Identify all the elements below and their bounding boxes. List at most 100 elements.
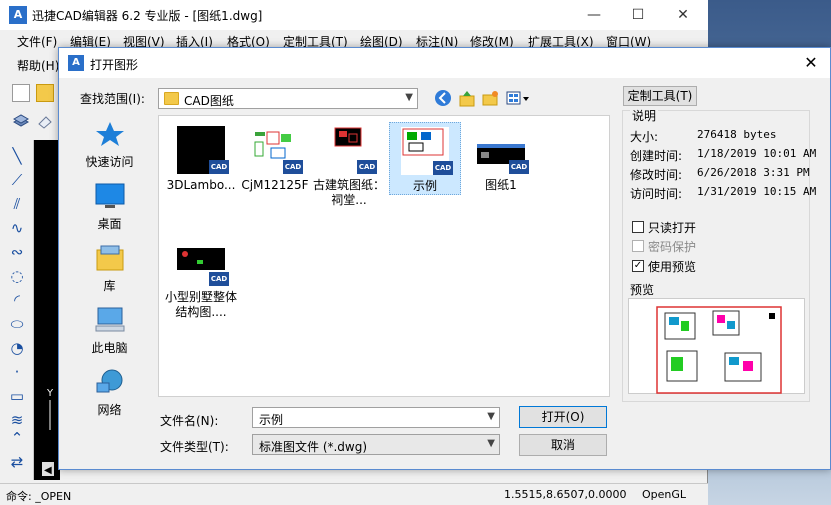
drawing-thumbnail: CAD — [325, 126, 377, 174]
menu-help[interactable]: 帮助(H) — [17, 57, 59, 74]
file-item[interactable]: CAD 3DLambo... — [165, 122, 237, 193]
drawing-thumbnail: CAD — [477, 126, 529, 174]
file-item-selected[interactable]: CAD 示例 — [389, 122, 461, 195]
place-desktop[interactable]: 桌面 — [73, 183, 146, 232]
curve-icon[interactable]: ∾ — [7, 242, 27, 262]
close-button[interactable]: ✕ — [660, 0, 706, 30]
drawing-thumbnail: CAD — [177, 238, 229, 286]
info-key: 创建时间: — [630, 149, 683, 163]
place-this-pc[interactable]: 此电脑 — [73, 307, 146, 356]
arc-icon[interactable]: ◜ — [7, 290, 27, 310]
dialog-close-button[interactable]: ✕ — [796, 50, 826, 76]
menu-file[interactable]: 文件(F) — [17, 33, 57, 50]
folder-icon — [164, 92, 179, 105]
filetype-dropdown[interactable]: 标准图文件 (*.dwg) ▼ — [252, 434, 500, 455]
collapse-icon[interactable]: ⌃ — [7, 428, 27, 448]
open-folder-icon[interactable] — [36, 84, 54, 102]
password-label: 密码保护 — [648, 240, 697, 254]
file-list[interactable]: CAD 3DLambo... CAD CjM12125F CAD 古建筑图纸：祠… — [158, 115, 610, 397]
file-item[interactable]: CAD 小型别墅整体结构图.... — [165, 234, 237, 320]
place-label: 快速访问 — [85, 155, 134, 169]
library-icon — [95, 245, 125, 271]
file-name: 古建筑图纸：祠堂... — [313, 178, 386, 207]
point-icon[interactable]: · — [7, 362, 27, 382]
cad-badge: CAD — [357, 160, 377, 174]
password-checkbox — [632, 240, 644, 252]
renderer-label: OpenGL — [642, 488, 687, 501]
lookin-value: CAD图纸 — [184, 94, 234, 108]
file-item[interactable]: CAD 古建筑图纸：祠堂... — [313, 122, 385, 208]
minimize-button[interactable]: — — [571, 0, 617, 30]
dialog-logo-icon: A — [68, 55, 84, 71]
view-menu-icon[interactable] — [505, 89, 531, 109]
drawing-preview-image — [656, 306, 782, 394]
info-key: 访问时间: — [630, 187, 683, 201]
preview-pane — [628, 298, 805, 394]
use-preview-checkbox[interactable]: ✓ — [632, 260, 644, 272]
info-value: 1/31/2019 10:15 AM — [697, 185, 817, 198]
new-file-icon[interactable] — [12, 84, 30, 102]
drawing-thumbnail: CAD — [401, 127, 453, 175]
lookin-label: 查找范围(I): — [80, 92, 145, 106]
place-label: 库 — [103, 279, 116, 293]
filename-value: 示例 — [259, 413, 284, 427]
file-name: 图纸1 — [485, 178, 517, 192]
app-title: 迅捷CAD编辑器 6.2 专业版 - [图纸1.dwg] — [32, 9, 263, 23]
info-value: 1/18/2019 10:01 AM — [697, 147, 817, 160]
use-preview-label: 使用预览 — [648, 260, 697, 274]
chevron-down-icon: ▼ — [487, 411, 495, 422]
ellipse-icon[interactable]: ⬭ — [7, 314, 27, 334]
polyline-icon[interactable]: ⟋ — [7, 170, 27, 190]
swap-icon[interactable]: ⇄ — [7, 452, 27, 472]
drawing-thumbnail: CAD — [251, 126, 303, 174]
eraser-icon[interactable] — [36, 112, 54, 130]
ellipse-arc-icon[interactable]: ◔ — [7, 338, 27, 358]
maximize-button[interactable]: ☐ — [615, 0, 661, 30]
filetype-value: 标准图文件 (*.dwg) — [259, 440, 368, 454]
line-icon[interactable]: ╲ — [7, 146, 27, 166]
preview-title: 预览 — [630, 283, 655, 297]
info-panel: 说明 大小: 276418 bytes 创建时间: 1/18/2019 10:0… — [622, 107, 816, 406]
file-item[interactable]: CAD 图纸1 — [465, 122, 537, 193]
construction-line-icon[interactable]: ⫽ — [7, 194, 27, 214]
desktop-icon — [95, 183, 125, 209]
place-label: 网络 — [97, 403, 122, 417]
app-logo-icon: A — [9, 6, 27, 24]
cancel-button[interactable]: 取消 — [519, 434, 607, 456]
back-icon[interactable] — [433, 89, 453, 109]
hatch-icon[interactable]: ≋ — [7, 410, 27, 430]
cad-badge: CAD — [209, 160, 229, 174]
place-network[interactable]: 网络 — [73, 369, 146, 418]
circle-icon[interactable]: ◌ — [7, 266, 27, 286]
up-folder-icon[interactable] — [457, 89, 477, 109]
dialog-title: 打开图形 — [90, 58, 139, 72]
place-library[interactable]: 库 — [73, 245, 146, 294]
filename-input[interactable]: 示例 ▼ — [252, 407, 500, 428]
spline-icon[interactable]: ∿ — [7, 218, 27, 238]
axis-indicator-icon: Y ◀ — [42, 388, 54, 476]
places-bar: 快速访问 桌面 库 此电脑 网络 — [73, 111, 146, 417]
new-folder-icon[interactable] — [480, 89, 500, 109]
file-item[interactable]: CAD CjM12125F — [239, 122, 311, 193]
open-button[interactable]: 打开(O) — [519, 406, 607, 428]
drawing-canvas[interactable]: Y ◀ — [34, 140, 60, 480]
place-quick-access[interactable]: 快速访问 — [73, 121, 146, 170]
drawing-thumbnail: CAD — [177, 126, 229, 174]
rectangle-icon[interactable]: ▭ — [7, 386, 27, 406]
cad-badge: CAD — [209, 272, 229, 286]
chevron-down-icon: ▼ — [405, 92, 413, 103]
app-title-bar: A 迅捷CAD编辑器 6.2 专业版 - [图纸1.dwg] — ☐ ✕ — [0, 0, 708, 30]
readonly-checkbox[interactable] — [632, 221, 644, 233]
file-name: 小型别墅整体结构图.... — [165, 290, 238, 319]
custom-tools-button[interactable]: 定制工具(T) — [623, 86, 697, 106]
info-value: 6/26/2018 3:31 PM — [697, 166, 810, 179]
open-drawing-dialog: A 打开图形 ✕ 查找范围(I): CAD图纸 ▼ 快速访问 桌面 库 此电脑 … — [58, 47, 831, 470]
chevron-down-icon: ▼ — [487, 438, 495, 449]
layers-icon[interactable] — [12, 112, 30, 130]
readonly-label: 只读打开 — [648, 221, 697, 235]
filetype-label: 文件类型(T): — [160, 440, 229, 454]
lookin-dropdown[interactable]: CAD图纸 ▼ — [158, 88, 418, 109]
dialog-title-bar: A 打开图形 ✕ — [59, 48, 830, 78]
draw-toolbar: ╲ ⟋ ⫽ ∿ ∾ ◌ ◜ ⬭ ◔ · ▭ ≋ ⌃ ⇄ — [0, 140, 34, 480]
command-line[interactable]: 命令: _OPEN — [6, 488, 71, 504]
